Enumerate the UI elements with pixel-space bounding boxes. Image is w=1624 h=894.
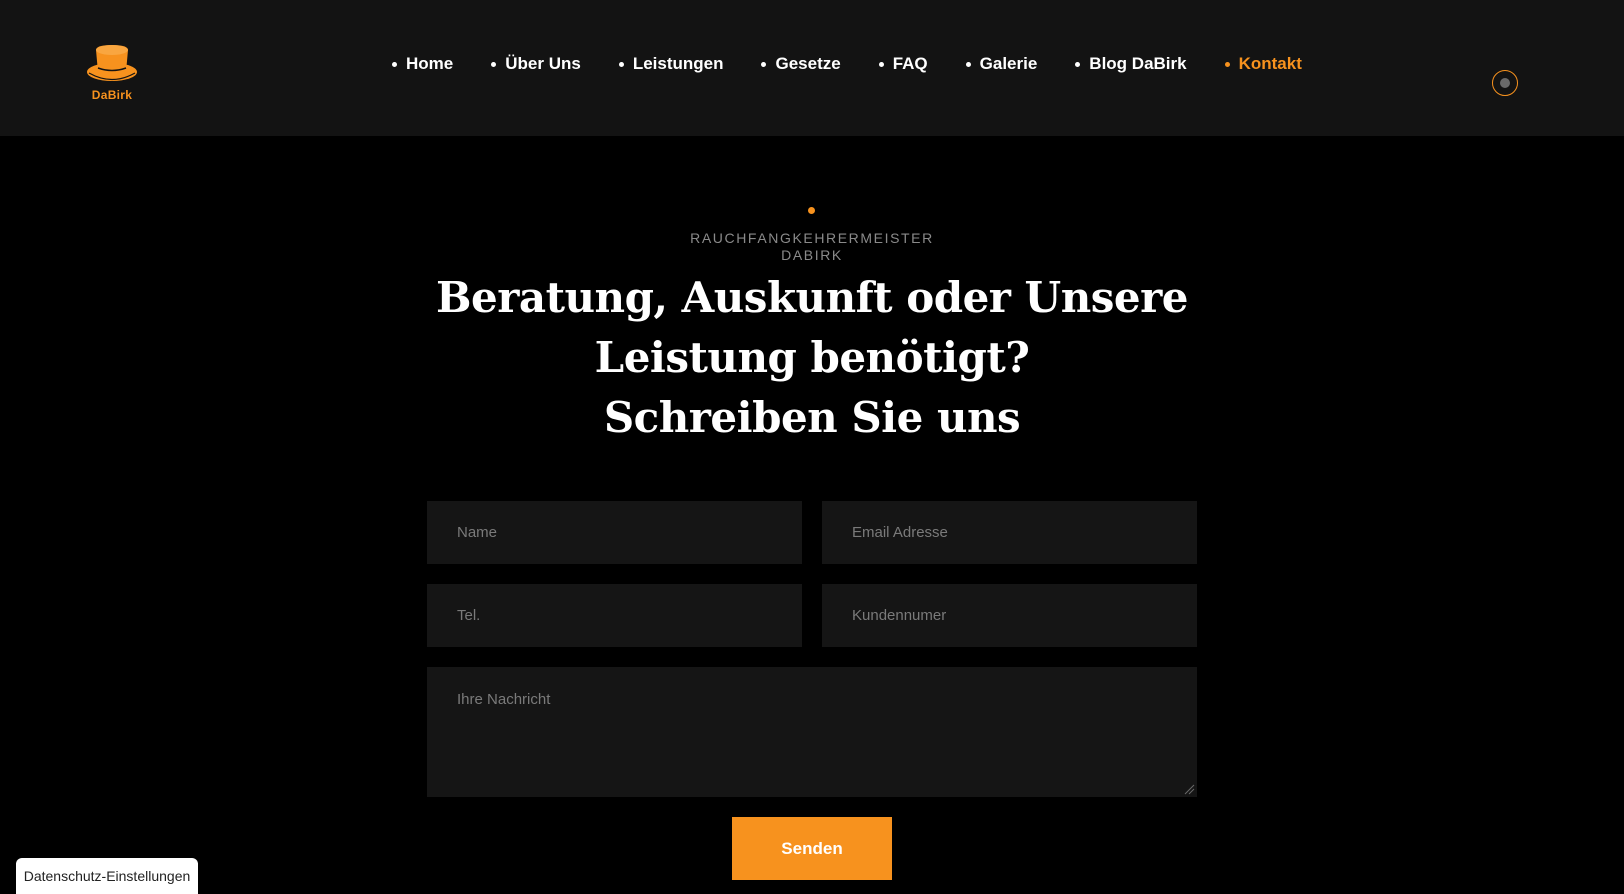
nav-item-label: Kontakt	[1238, 54, 1302, 73]
message-field[interactable]	[427, 667, 1197, 797]
nav-item-leistungen[interactable]: Leistungen	[618, 54, 724, 74]
eyebrow-line-1: RAUCHFANGKEHRERMEISTER	[690, 230, 934, 246]
nav-item-ueber-uns[interactable]: Über Uns	[491, 54, 581, 74]
nav-item-label: FAQ	[892, 54, 928, 73]
nav-item-blog[interactable]: Blog DaBirk	[1075, 54, 1187, 74]
top-hat-icon	[87, 45, 137, 81]
page-title: Beratung, Auskunft oder Unsere Leistung …	[312, 268, 1312, 448]
bullet-icon	[618, 61, 624, 67]
nav-item-label: Über Uns	[505, 54, 581, 73]
title-line-3: Schreiben Sie uns	[603, 393, 1021, 442]
nav-item-gesetze[interactable]: Gesetze	[761, 54, 841, 74]
nav-item-label: Leistungen	[632, 54, 724, 73]
site-header: DaBirk Home Über Uns Leistungen Gesetze …	[0, 0, 1624, 136]
logo-text: DaBirk	[91, 88, 133, 102]
nav-item-faq[interactable]: FAQ	[878, 54, 928, 74]
circle-toggle-icon	[1500, 78, 1510, 88]
logo[interactable]: DaBirk	[86, 42, 138, 104]
email-field[interactable]	[822, 501, 1197, 564]
bullet-icon	[761, 61, 767, 67]
nav-item-home[interactable]: Home	[392, 54, 453, 74]
bullet-icon	[965, 61, 971, 67]
nav-item-label: Galerie	[979, 54, 1038, 73]
nav-item-label: Home	[406, 54, 454, 73]
main-nav: Home Über Uns Leistungen Gesetze FAQ Gal…	[392, 52, 1340, 76]
name-field[interactable]	[427, 501, 802, 564]
phone-field[interactable]	[427, 584, 802, 647]
resize-handle-icon[interactable]	[1183, 783, 1195, 795]
title-line-2: Leistung benötigt?	[594, 333, 1030, 382]
send-button[interactable]: Senden	[732, 817, 892, 880]
bullet-icon	[392, 61, 397, 67]
section-eyebrow: RAUCHFANGKEHRERMEISTER DABIRK	[612, 230, 1012, 264]
eyebrow-line-2: DABIRK	[781, 247, 843, 263]
nav-item-galerie[interactable]: Galerie	[965, 54, 1038, 74]
bullet-icon	[878, 61, 884, 67]
privacy-settings-button[interactable]: Datenschutz-Einstellungen	[16, 858, 198, 894]
title-line-1: Beratung, Auskunft oder Unsere	[436, 273, 1188, 322]
circle-toggle-button[interactable]	[1492, 70, 1518, 96]
bullet-icon	[491, 61, 497, 67]
nav-item-label: Blog DaBirk	[1089, 54, 1187, 73]
nav-item-kontakt[interactable]: Kontakt	[1224, 54, 1302, 74]
nav-item-label: Gesetze	[775, 54, 841, 73]
bullet-icon	[1224, 61, 1230, 67]
customer-number-field[interactable]	[822, 584, 1197, 647]
bullet-icon	[1075, 61, 1081, 67]
accent-dot	[808, 207, 815, 214]
